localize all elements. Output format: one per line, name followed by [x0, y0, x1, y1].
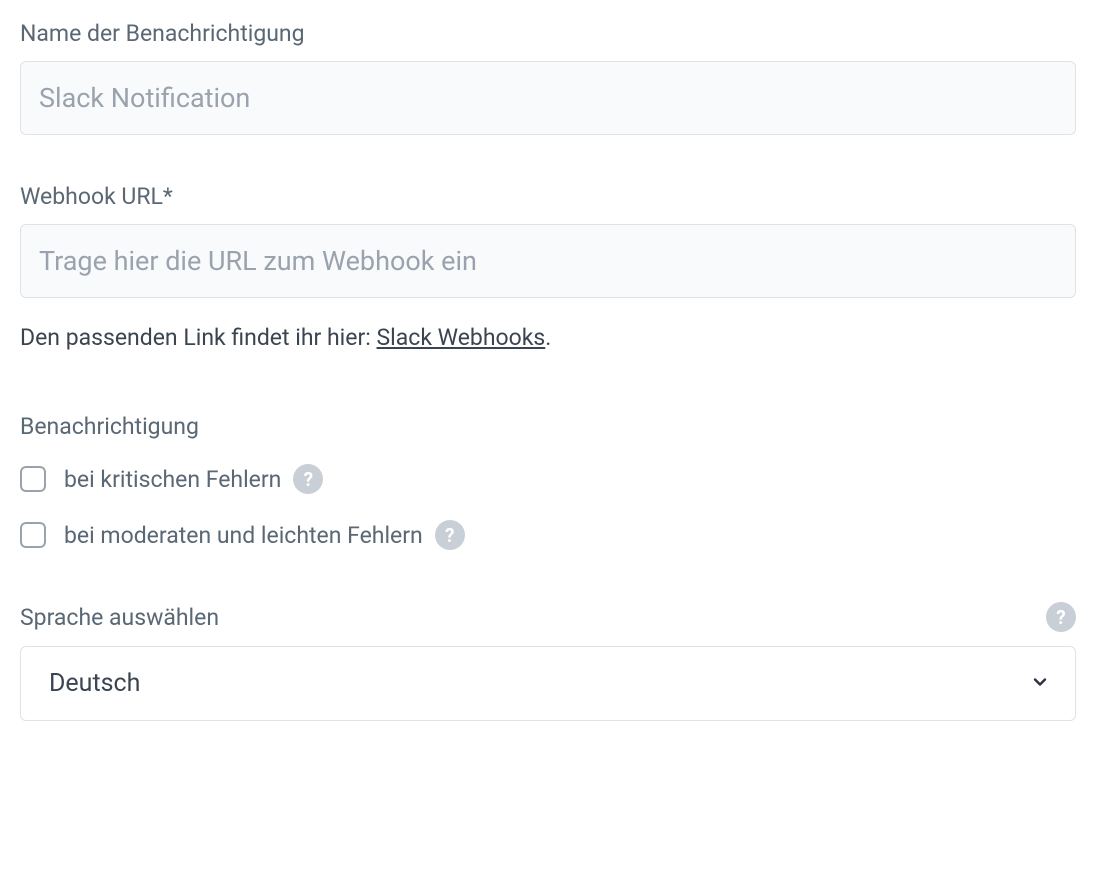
webhook-help-text: Den passenden Link findet ihr hier: Slac…: [20, 324, 1076, 351]
help-icon[interactable]: ?: [1046, 602, 1076, 632]
moderate-errors-checkbox[interactable]: [20, 522, 46, 548]
slack-webhooks-link[interactable]: Slack Webhooks: [377, 324, 546, 351]
critical-errors-checkbox[interactable]: [20, 466, 46, 492]
webhook-url-label: Webhook URL*: [20, 183, 1076, 210]
critical-errors-label[interactable]: bei kritischen Fehlern: [64, 466, 281, 493]
notification-name-label: Name der Benachrichtigung: [20, 20, 1076, 47]
notification-name-input[interactable]: [20, 61, 1076, 135]
language-select-label: Sprache auswählen: [20, 604, 219, 631]
language-select[interactable]: Deutsch: [20, 646, 1076, 721]
notification-section-heading: Benachrichtigung: [20, 413, 1076, 440]
webhook-help-suffix: .: [545, 324, 551, 351]
webhook-help-prefix: Den passenden Link findet ihr hier:: [20, 324, 377, 351]
moderate-errors-label[interactable]: bei moderaten und leichten Fehlern: [64, 522, 423, 549]
help-icon[interactable]: ?: [293, 464, 323, 494]
help-icon[interactable]: ?: [435, 520, 465, 550]
webhook-url-input[interactable]: [20, 224, 1076, 298]
